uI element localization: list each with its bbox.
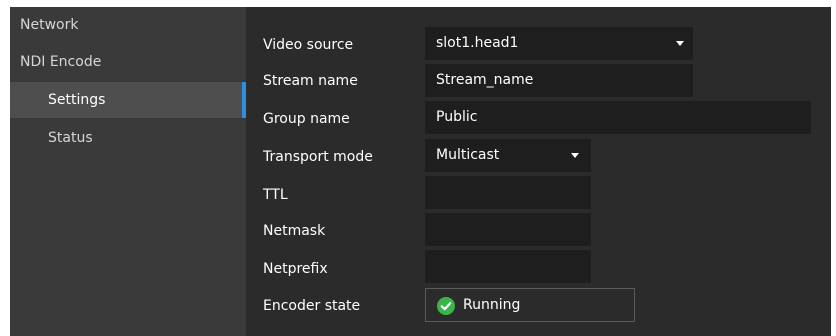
netmask-label: Netmask (263, 223, 326, 239)
sidebar-item-status[interactable]: Status (10, 120, 246, 156)
chevron-down-icon (676, 41, 684, 46)
netprefix-label: Netprefix (263, 261, 328, 277)
encoder-state-badge: Running (425, 288, 635, 322)
ttl-input[interactable] (425, 176, 591, 209)
sidebar-item-network[interactable]: Network (10, 7, 246, 43)
video-source-value: slot1.head1 (436, 35, 519, 51)
transport-mode-label: Transport mode (263, 149, 373, 165)
group-name-input[interactable]: Public (425, 101, 811, 134)
check-circle-icon (437, 297, 455, 315)
transport-mode-select[interactable]: Multicast (425, 139, 591, 172)
encoder-state-value: Running (463, 297, 521, 313)
encoder-state-label: Encoder state (263, 298, 361, 314)
video-source-label: Video source (263, 37, 354, 53)
sidebar-item-label: NDI Encode (20, 54, 102, 70)
stream-name-input[interactable]: Stream_name (425, 64, 693, 97)
sidebar-item-label: Settings (48, 92, 106, 108)
netprefix-input[interactable] (425, 250, 591, 283)
sidebar-item-label: Status (48, 130, 93, 146)
sidebar-item-settings[interactable]: Settings (10, 82, 246, 118)
stream-name-label: Stream name (263, 73, 358, 89)
transport-mode-value: Multicast (436, 147, 500, 163)
ttl-label: TTL (263, 187, 288, 203)
video-source-select[interactable]: slot1.head1 (425, 27, 693, 60)
netmask-input[interactable] (425, 213, 591, 246)
group-name-label: Group name (263, 111, 350, 127)
sidebar-item-ndi-encode[interactable]: NDI Encode (10, 44, 246, 80)
sidebar: Network NDI Encode Settings Status (10, 7, 246, 336)
stream-name-value: Stream_name (436, 72, 534, 88)
group-name-value: Public (436, 109, 478, 125)
sidebar-item-label: Network (20, 17, 79, 33)
chevron-down-icon (571, 153, 579, 158)
